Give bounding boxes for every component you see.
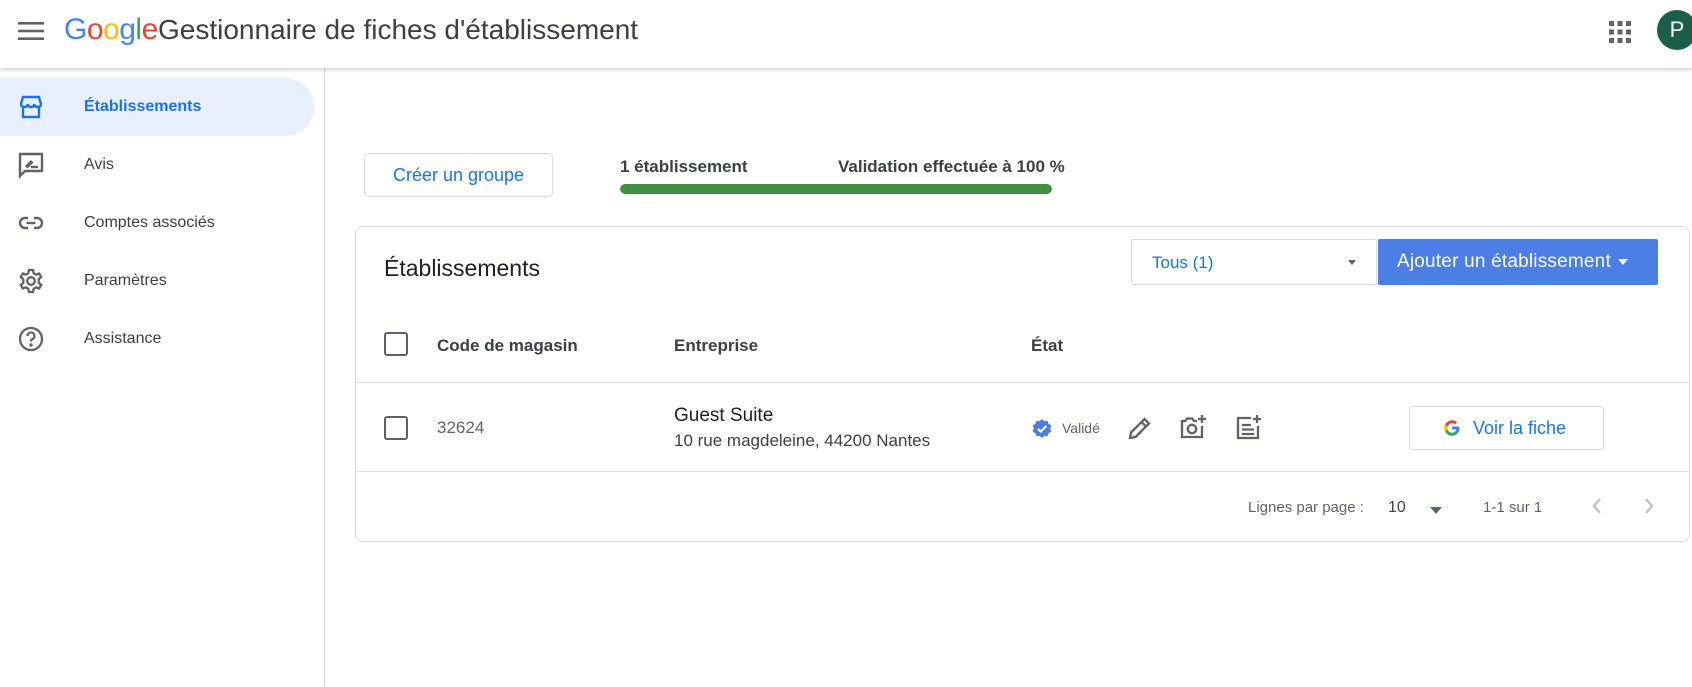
add-location-label: Ajouter un établissement bbox=[1397, 251, 1611, 272]
help-icon bbox=[18, 326, 44, 352]
sidebar: Établissements Avis Comptes associés Par… bbox=[0, 68, 325, 687]
avatar[interactable]: P bbox=[1657, 10, 1692, 50]
google-logo[interactable]: Google bbox=[64, 13, 158, 47]
logo-letter: o bbox=[86, 13, 104, 46]
storefront-icon bbox=[19, 95, 43, 119]
location-count: 1 établissement bbox=[620, 157, 748, 176]
sidebar-item-etablissements[interactable]: Établissements bbox=[0, 78, 314, 136]
logo-letter: g bbox=[119, 13, 136, 46]
create-group-button[interactable]: Créer un groupe bbox=[364, 153, 553, 197]
add-photo-icon[interactable] bbox=[1178, 413, 1208, 443]
sidebar-item-parametres[interactable]: Paramètres bbox=[0, 252, 314, 310]
dropdown-caret-icon bbox=[1348, 260, 1356, 265]
verified-badge-icon bbox=[1032, 419, 1052, 438]
rows-per-page-value: 10 bbox=[1388, 499, 1406, 516]
business-name[interactable]: Guest Suite bbox=[674, 405, 773, 427]
pagination-range: 1-1 sur 1 bbox=[1483, 499, 1543, 516]
locations-card: Établissements Tous (1) Ajouter un établ… bbox=[355, 226, 1690, 542]
menu-icon[interactable] bbox=[16, 16, 46, 46]
sidebar-item-label: Assistance bbox=[84, 330, 162, 347]
add-location-button[interactable]: Ajouter un établissement bbox=[1378, 239, 1658, 285]
column-header-code[interactable]: Code de magasin bbox=[437, 336, 578, 356]
card-title: Établissements bbox=[384, 255, 540, 281]
sidebar-item-assistance[interactable]: Assistance bbox=[0, 310, 314, 368]
logo-letter: e bbox=[141, 13, 159, 46]
view-listing-button[interactable]: Voir la fiche bbox=[1409, 406, 1604, 450]
previous-page-button[interactable] bbox=[1582, 491, 1612, 521]
sidebar-item-comptes-associes[interactable]: Comptes associés bbox=[0, 194, 314, 252]
apps-grid-icon[interactable] bbox=[1604, 16, 1636, 48]
store-code: 32624 bbox=[437, 418, 485, 437]
filter-value: Tous (1) bbox=[1152, 253, 1214, 272]
next-page-button[interactable] bbox=[1634, 491, 1664, 521]
sidebar-item-label: Établissements bbox=[84, 98, 202, 115]
column-header-status[interactable]: État bbox=[1031, 336, 1063, 356]
sidebar-item-avis[interactable]: Avis bbox=[0, 136, 314, 194]
validation-progress-fill bbox=[620, 184, 1052, 194]
logo-letter: G bbox=[64, 13, 87, 46]
validation-progress-bar bbox=[620, 184, 1052, 194]
sidebar-item-label: Comptes associés bbox=[84, 214, 215, 231]
dropdown-caret-icon bbox=[1618, 259, 1628, 265]
status-label: Validé bbox=[1062, 420, 1100, 436]
logo-letter: o bbox=[103, 13, 120, 46]
app-title: Gestionnaire de fiches d'établissement bbox=[158, 14, 639, 45]
view-listing-label: Voir la fiche bbox=[1473, 418, 1567, 438]
sidebar-item-label: Paramètres bbox=[84, 272, 167, 289]
edit-pencil-icon[interactable] bbox=[1125, 413, 1155, 443]
top-app-bar: Google Gestionnaire de fiches d'établiss… bbox=[0, 0, 1692, 68]
review-icon bbox=[18, 152, 44, 179]
row-checkbox[interactable] bbox=[384, 416, 408, 440]
validation-status: Validation effectuée à 100 % bbox=[838, 157, 1065, 176]
chevron-left-icon bbox=[1592, 498, 1601, 514]
dropdown-caret-icon bbox=[1430, 507, 1442, 514]
business-address: 10 rue magdeleine, 44200 Nantes bbox=[674, 431, 931, 450]
chevron-right-icon bbox=[1645, 498, 1654, 514]
google-g-icon bbox=[1444, 420, 1460, 436]
rows-per-page-select[interactable]: 10 bbox=[1388, 495, 1448, 523]
header-divider bbox=[356, 382, 1689, 383]
row-divider bbox=[356, 471, 1689, 472]
filter-dropdown[interactable]: Tous (1) bbox=[1131, 239, 1377, 285]
link-icon bbox=[18, 216, 44, 230]
add-post-icon[interactable] bbox=[1234, 413, 1264, 443]
select-all-checkbox[interactable] bbox=[384, 332, 408, 356]
rows-per-page-label: Lignes par page : bbox=[1248, 499, 1364, 516]
sidebar-item-label: Avis bbox=[84, 156, 114, 173]
gear-icon bbox=[19, 268, 43, 294]
column-header-business[interactable]: Entreprise bbox=[674, 336, 758, 356]
